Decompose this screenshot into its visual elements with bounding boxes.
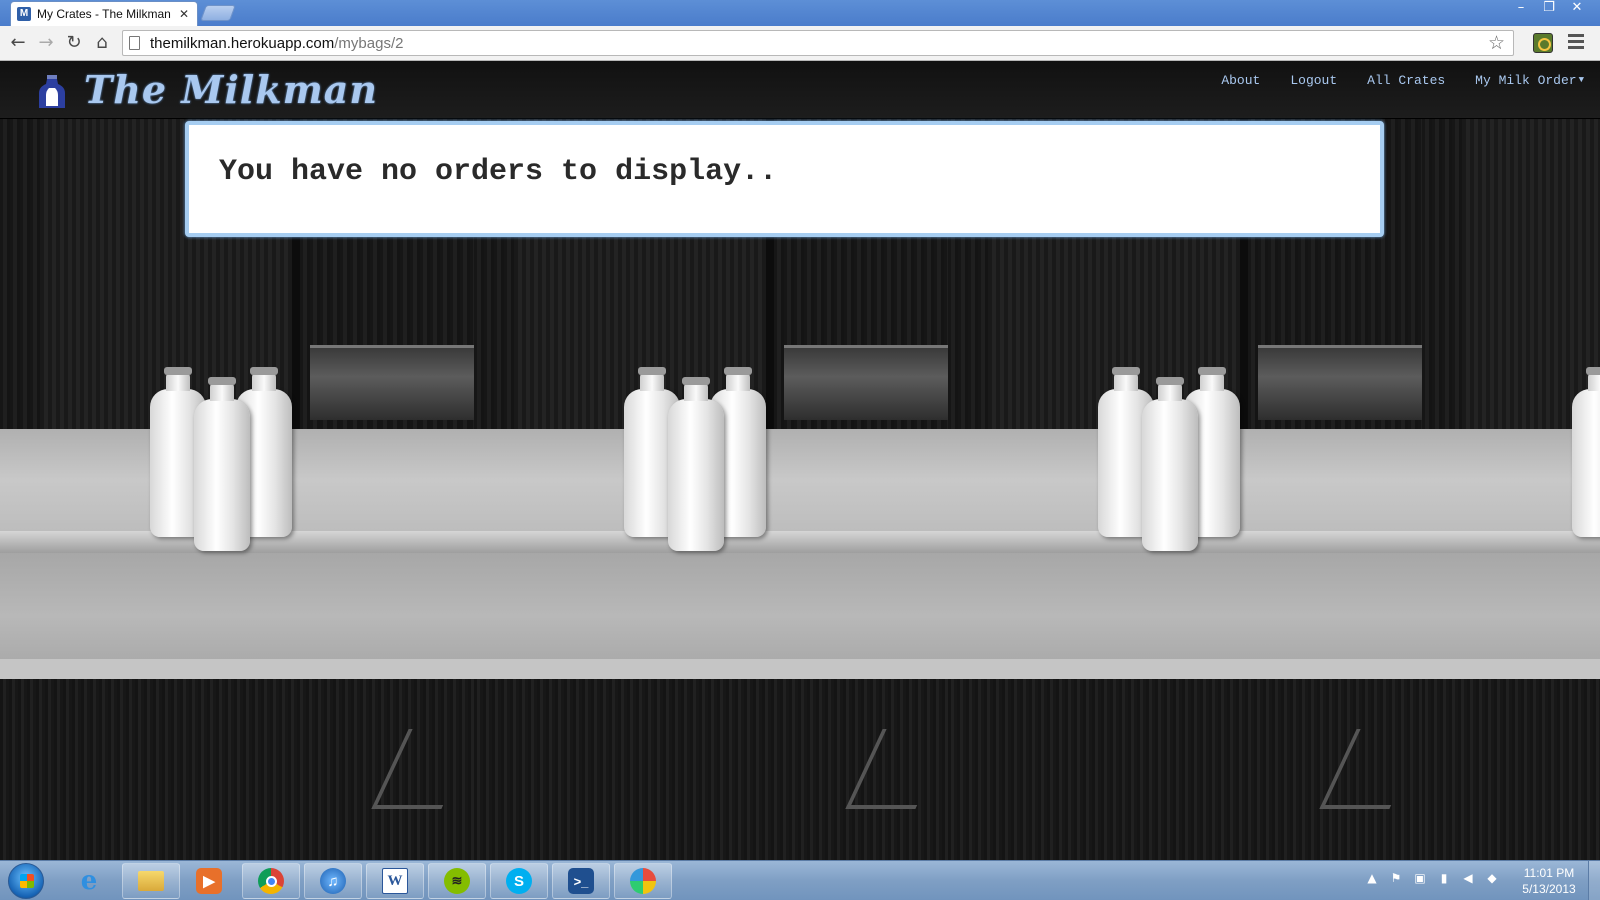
background-photo-tile: [1422, 119, 1600, 860]
system-tray: ▲ ⚑ ▣ ▮ ◀ ◆: [1365, 871, 1499, 885]
back-arrow-icon[interactable]: ←: [6, 31, 30, 55]
bookmark-star-icon[interactable]: ☆: [1488, 32, 1505, 54]
itunes-note-icon: ♫: [320, 868, 346, 894]
show-desktop-button[interactable]: [1588, 861, 1600, 900]
network-signal-icon[interactable]: ▮: [1437, 871, 1451, 885]
volume-icon[interactable]: ◀: [1461, 871, 1475, 885]
empty-orders-message: You have no orders to display..: [219, 155, 778, 189]
file-explorer-taskbar-icon[interactable]: [122, 863, 180, 899]
close-window-button[interactable]: ✕: [1564, 0, 1590, 18]
page-icon: [129, 36, 140, 50]
browser-tab[interactable]: M My Crates - The Milkman ✕: [10, 1, 198, 26]
skype-taskbar-icon[interactable]: S: [490, 863, 548, 899]
nav-all-crates-link[interactable]: All Crates: [1367, 73, 1445, 88]
empty-orders-notice: You have no orders to display..: [185, 121, 1384, 237]
home-icon[interactable]: ⌂: [90, 31, 114, 55]
reload-icon[interactable]: ↻: [62, 31, 86, 55]
windows-taskbar: e ▶ ♫ W ≋ S >_ ▲ ⚑ ▣ ▮ ◀ ◆ 11:01 PM 5/13…: [0, 860, 1600, 900]
powershell-prompt-icon: >_: [568, 868, 594, 894]
minimize-button[interactable]: –: [1508, 0, 1534, 18]
dropbox-icon[interactable]: ◆: [1485, 871, 1499, 885]
address-bar[interactable]: themilkman.herokuapp.com/mybags/2 ☆: [122, 30, 1514, 56]
paint-taskbar-icon[interactable]: [614, 863, 672, 899]
internet-explorer-taskbar-icon[interactable]: e: [60, 863, 118, 899]
tray-expand-icon[interactable]: ▲: [1365, 871, 1379, 885]
clock-time: 11:01 PM: [1523, 866, 1575, 880]
browser-toolbar: ← → ↻ ⌂ themilkman.herokuapp.com/mybags/…: [0, 26, 1600, 61]
ie-logo-icon: e: [80, 866, 98, 896]
chrome-menu-icon[interactable]: [1568, 34, 1584, 52]
site-logo-text[interactable]: The Milkman: [84, 67, 378, 112]
tab-close-icon[interactable]: ✕: [179, 7, 189, 21]
chrome-taskbar-icon[interactable]: [242, 863, 300, 899]
device-icon[interactable]: ▣: [1413, 871, 1427, 885]
media-play-icon: ▶: [196, 868, 222, 894]
tab-title: My Crates - The Milkman: [37, 7, 171, 21]
site-navbar: The Milkman About Logout All Crates My M…: [0, 61, 1600, 119]
start-button[interactable]: [8, 863, 44, 899]
word-taskbar-icon[interactable]: W: [366, 863, 424, 899]
milk-bottle: [668, 377, 724, 551]
action-center-flag-icon[interactable]: ⚑: [1389, 871, 1403, 885]
milk-bottle-logo-icon: [39, 75, 65, 108]
nav-about-link[interactable]: About: [1221, 73, 1260, 88]
paint-palette-icon: [630, 868, 656, 894]
clock-date: 5/13/2013: [1522, 882, 1576, 896]
extension-icon[interactable]: [1533, 33, 1553, 53]
chrome-logo-icon: [258, 868, 284, 894]
caret-down-icon: ▼: [1578, 75, 1584, 85]
powershell-taskbar-icon[interactable]: >_: [552, 863, 610, 899]
word-logo-icon: W: [382, 868, 408, 894]
system-clock[interactable]: 11:01 PM 5/13/2013: [1514, 865, 1584, 897]
browser-tabstrip: M My Crates - The Milkman ✕ – ❐ ✕: [0, 0, 1600, 26]
spotify-logo-icon: ≋: [444, 868, 470, 894]
itunes-taskbar-icon[interactable]: ♫: [304, 863, 362, 899]
nav-logout-link[interactable]: Logout: [1290, 73, 1337, 88]
media-player-taskbar-icon[interactable]: ▶: [180, 863, 238, 899]
folder-icon: [138, 871, 164, 891]
forward-arrow-icon[interactable]: →: [34, 31, 58, 55]
windows-logo-icon: [20, 874, 34, 888]
site-page: The Milkman About Logout All Crates My M…: [0, 61, 1600, 860]
site-nav-links: About Logout All Crates My Milk Order ▼: [1191, 73, 1584, 88]
milkman-favicon-icon: M: [17, 7, 31, 21]
restore-button[interactable]: ❐: [1536, 0, 1562, 18]
milk-bottle: [1142, 377, 1198, 551]
spotify-taskbar-icon[interactable]: ≋: [428, 863, 486, 899]
skype-logo-icon: S: [506, 868, 532, 894]
milk-bottle: [194, 377, 250, 551]
url-host: themilkman.herokuapp.com: [150, 34, 335, 52]
new-tab-button[interactable]: [200, 5, 236, 21]
url-path: /mybags/2: [334, 34, 404, 52]
milk-bottle: [1572, 367, 1600, 537]
nav-my-milk-order-dropdown[interactable]: My Milk Order ▼: [1475, 73, 1584, 88]
nav-my-milk-order-label: My Milk Order: [1475, 73, 1577, 88]
